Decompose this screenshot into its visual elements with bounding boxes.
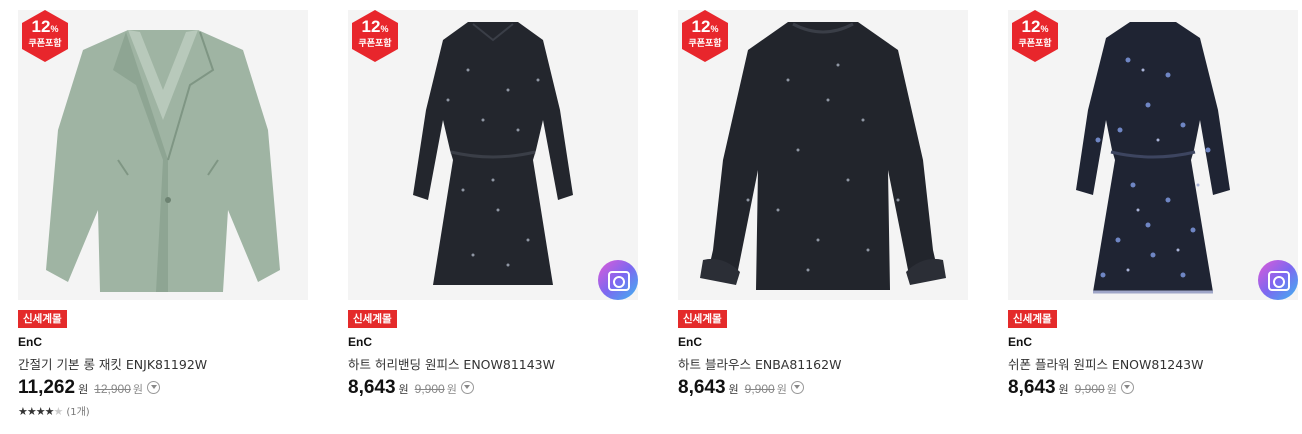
mall-badge: 신세계몰 xyxy=(18,310,67,328)
coupon-label: 쿠폰포함 xyxy=(358,39,392,49)
original-currency-unit: 원 xyxy=(776,383,787,396)
brand-name[interactable]: EnC xyxy=(348,335,372,349)
currency-unit: 원 xyxy=(398,383,409,396)
brand-name[interactable]: EnC xyxy=(1008,335,1032,349)
review-count[interactable]: (1개) xyxy=(66,407,89,418)
product-image[interactable]: 12% 쿠폰포함 xyxy=(678,10,968,300)
coupon-percent-sign: % xyxy=(50,24,59,34)
coupon-badge: 12% 쿠폰포함 xyxy=(350,10,400,62)
product-name[interactable]: 간절기 기본 롱 재킷 ENJK81192W xyxy=(18,354,207,373)
coupon-percent-sign: % xyxy=(1040,24,1049,34)
mall-badge: 신세계몰 xyxy=(348,310,397,328)
star-empty-icon: ★ xyxy=(53,405,64,418)
price-info-icon[interactable] xyxy=(147,381,161,394)
original-currency-unit: 원 xyxy=(1106,383,1117,396)
product-name[interactable]: 하트 블라우스 ENBA81162W xyxy=(678,354,841,373)
product-grid: 12% 쿠폰포함 신세계몰 EnC 간절기 기본 롱 재킷 ENJK81192W… xyxy=(0,0,1302,434)
coupon-badge: 12% 쿠폰포함 xyxy=(20,10,70,62)
product-card[interactable]: 12% 쿠폰포함 신세계몰 EnC 간절기 기본 롱 재킷 ENJK81192W… xyxy=(18,10,308,430)
price-row: 8,643 원 9,900 원 xyxy=(678,377,804,401)
price-row: 8,643 원 9,900 원 xyxy=(348,377,474,401)
camera-icon[interactable] xyxy=(1258,260,1298,300)
sale-price: 11,262 xyxy=(18,377,76,398)
price-row: 8,643 원 9,900 원 xyxy=(1008,377,1134,401)
mall-badge: 신세계몰 xyxy=(1008,310,1057,328)
coupon-label: 쿠폰포함 xyxy=(1018,39,1052,49)
product-name[interactable]: 하트 허리밴딩 원피스 ENOW81143W xyxy=(348,354,555,373)
camera-icon[interactable] xyxy=(598,260,638,300)
original-currency-unit: 원 xyxy=(132,383,144,396)
sale-price: 8,643 xyxy=(678,377,726,398)
price-row: 11,262 원 12,900 원 xyxy=(18,377,161,401)
currency-unit: 원 xyxy=(728,383,739,396)
mall-badge: 신세계몰 xyxy=(678,310,727,328)
product-image[interactable]: 12% 쿠폰포함 xyxy=(1008,10,1298,300)
product-image[interactable]: 12% 쿠폰포함 xyxy=(348,10,638,300)
sale-price: 8,643 xyxy=(1008,377,1056,398)
brand-name[interactable]: EnC xyxy=(678,335,702,349)
product-card[interactable]: 12% 쿠폰포함 신세계몰 EnC 하트 허리밴딩 원피스 ENOW81143W… xyxy=(348,10,638,430)
coupon-percent: 12 xyxy=(1021,17,1041,36)
product-name[interactable]: 쉬폰 플라워 원피스 ENOW81243W xyxy=(1008,354,1204,373)
original-price: 9,900 xyxy=(744,382,775,396)
rating: ★★★★★ (1개) xyxy=(18,403,90,418)
coupon-percent-sign: % xyxy=(380,24,389,34)
sale-price: 8,643 xyxy=(348,377,396,398)
star-rating-icon: ★★★★ xyxy=(18,405,54,418)
coupon-badge: 12% 쿠폰포함 xyxy=(1010,10,1060,62)
original-price: 12,900 xyxy=(94,382,131,396)
currency-unit: 원 xyxy=(1058,383,1069,396)
coupon-percent: 12 xyxy=(691,17,711,36)
coupon-percent: 12 xyxy=(31,17,51,36)
product-image[interactable]: 12% 쿠폰포함 xyxy=(18,10,308,300)
original-price: 9,900 xyxy=(414,382,445,396)
price-info-icon[interactable] xyxy=(1120,381,1134,394)
currency-unit: 원 xyxy=(78,383,89,396)
product-card[interactable]: 12% 쿠폰포함 신세계몰 EnC 하트 블라우스 ENBA81162W 8,6… xyxy=(678,10,968,430)
coupon-label: 쿠폰포함 xyxy=(28,39,62,49)
coupon-percent-sign: % xyxy=(710,24,719,34)
product-card[interactable]: 12% 쿠폰포함 신세계몰 EnC 쉬폰 플라워 원피스 ENOW81243W … xyxy=(1008,10,1298,430)
brand-name[interactable]: EnC xyxy=(18,335,42,349)
price-info-icon[interactable] xyxy=(790,381,804,394)
original-price: 9,900 xyxy=(1074,382,1105,396)
coupon-label: 쿠폰포함 xyxy=(688,39,722,49)
original-currency-unit: 원 xyxy=(446,383,457,396)
coupon-percent: 12 xyxy=(361,17,381,36)
coupon-badge: 12% 쿠폰포함 xyxy=(680,10,730,62)
price-info-icon[interactable] xyxy=(460,381,474,394)
